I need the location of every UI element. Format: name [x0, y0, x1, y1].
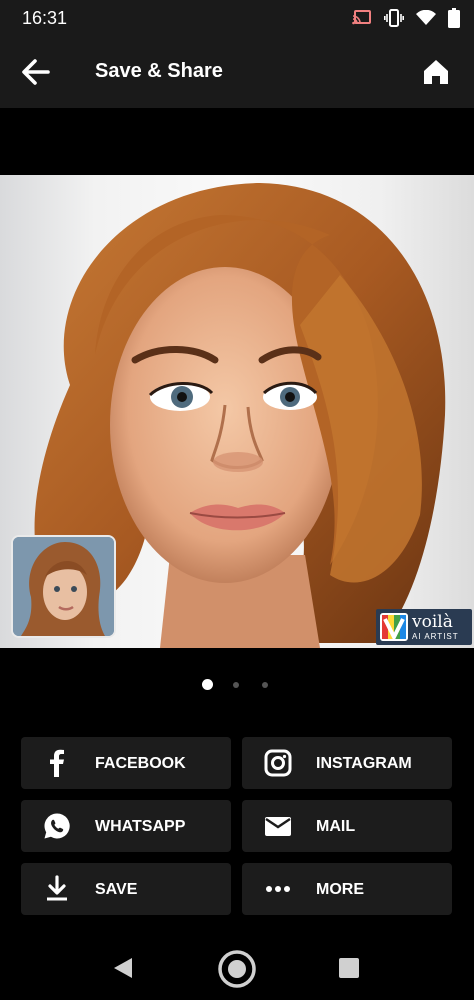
page-title: Save & Share	[95, 60, 223, 82]
share-button-label: SAVE	[95, 881, 138, 898]
more-share-button[interactable]: MORE	[242, 863, 452, 915]
home-button[interactable]	[420, 56, 452, 88]
share-button-label: WHATSAPP	[95, 818, 186, 835]
share-button-label: INSTAGRAM	[316, 755, 412, 772]
battery-icon	[448, 8, 460, 28]
status-bar: 16:31	[0, 0, 474, 36]
share-button-label: MAIL	[316, 818, 356, 835]
page-dot[interactable]	[233, 682, 239, 688]
watermark-brand: voilà	[412, 611, 453, 632]
wifi-icon	[416, 10, 436, 26]
share-button-label: FACEBOOK	[95, 755, 186, 772]
mail-icon	[265, 817, 291, 836]
status-time: 16:31	[22, 8, 68, 28]
cast-icon	[352, 9, 372, 27]
instagram-share-button[interactable]: INSTAGRAM	[242, 737, 452, 789]
voila-logo-icon	[380, 613, 408, 641]
page-indicator	[0, 679, 474, 691]
app-bar: Save & Share	[0, 36, 474, 108]
download-icon	[47, 875, 67, 901]
nav-recents-icon[interactable]	[339, 958, 359, 978]
mail-share-button[interactable]: MAIL	[242, 800, 452, 852]
original-photo-thumbnail[interactable]	[11, 535, 116, 638]
thumbnail-portrait	[13, 537, 114, 636]
page-dot-active[interactable]	[202, 679, 213, 690]
voila-watermark: voilà AI ARTIST	[376, 609, 472, 645]
save-button[interactable]: SAVE	[21, 863, 231, 915]
system-nav-bar	[0, 930, 474, 1000]
home-icon	[424, 60, 448, 84]
share-button-label: MORE	[316, 881, 364, 898]
page-dot[interactable]	[262, 682, 268, 688]
whatsapp-share-button[interactable]: WHATSAPP	[21, 800, 231, 852]
watermark-tagline: AI ARTIST	[412, 631, 459, 641]
nav-home-icon[interactable]	[217, 949, 257, 989]
instagram-icon	[264, 749, 292, 777]
facebook-share-button[interactable]: FACEBOOK	[21, 737, 231, 789]
facebook-icon	[50, 749, 64, 777]
status-icons	[352, 8, 460, 28]
arrow-left-icon	[22, 59, 50, 85]
back-button[interactable]	[18, 56, 54, 88]
nav-back-icon[interactable]	[112, 957, 134, 979]
vibrate-icon	[384, 9, 404, 27]
whatsapp-icon	[44, 813, 70, 839]
more-icon	[266, 886, 290, 892]
